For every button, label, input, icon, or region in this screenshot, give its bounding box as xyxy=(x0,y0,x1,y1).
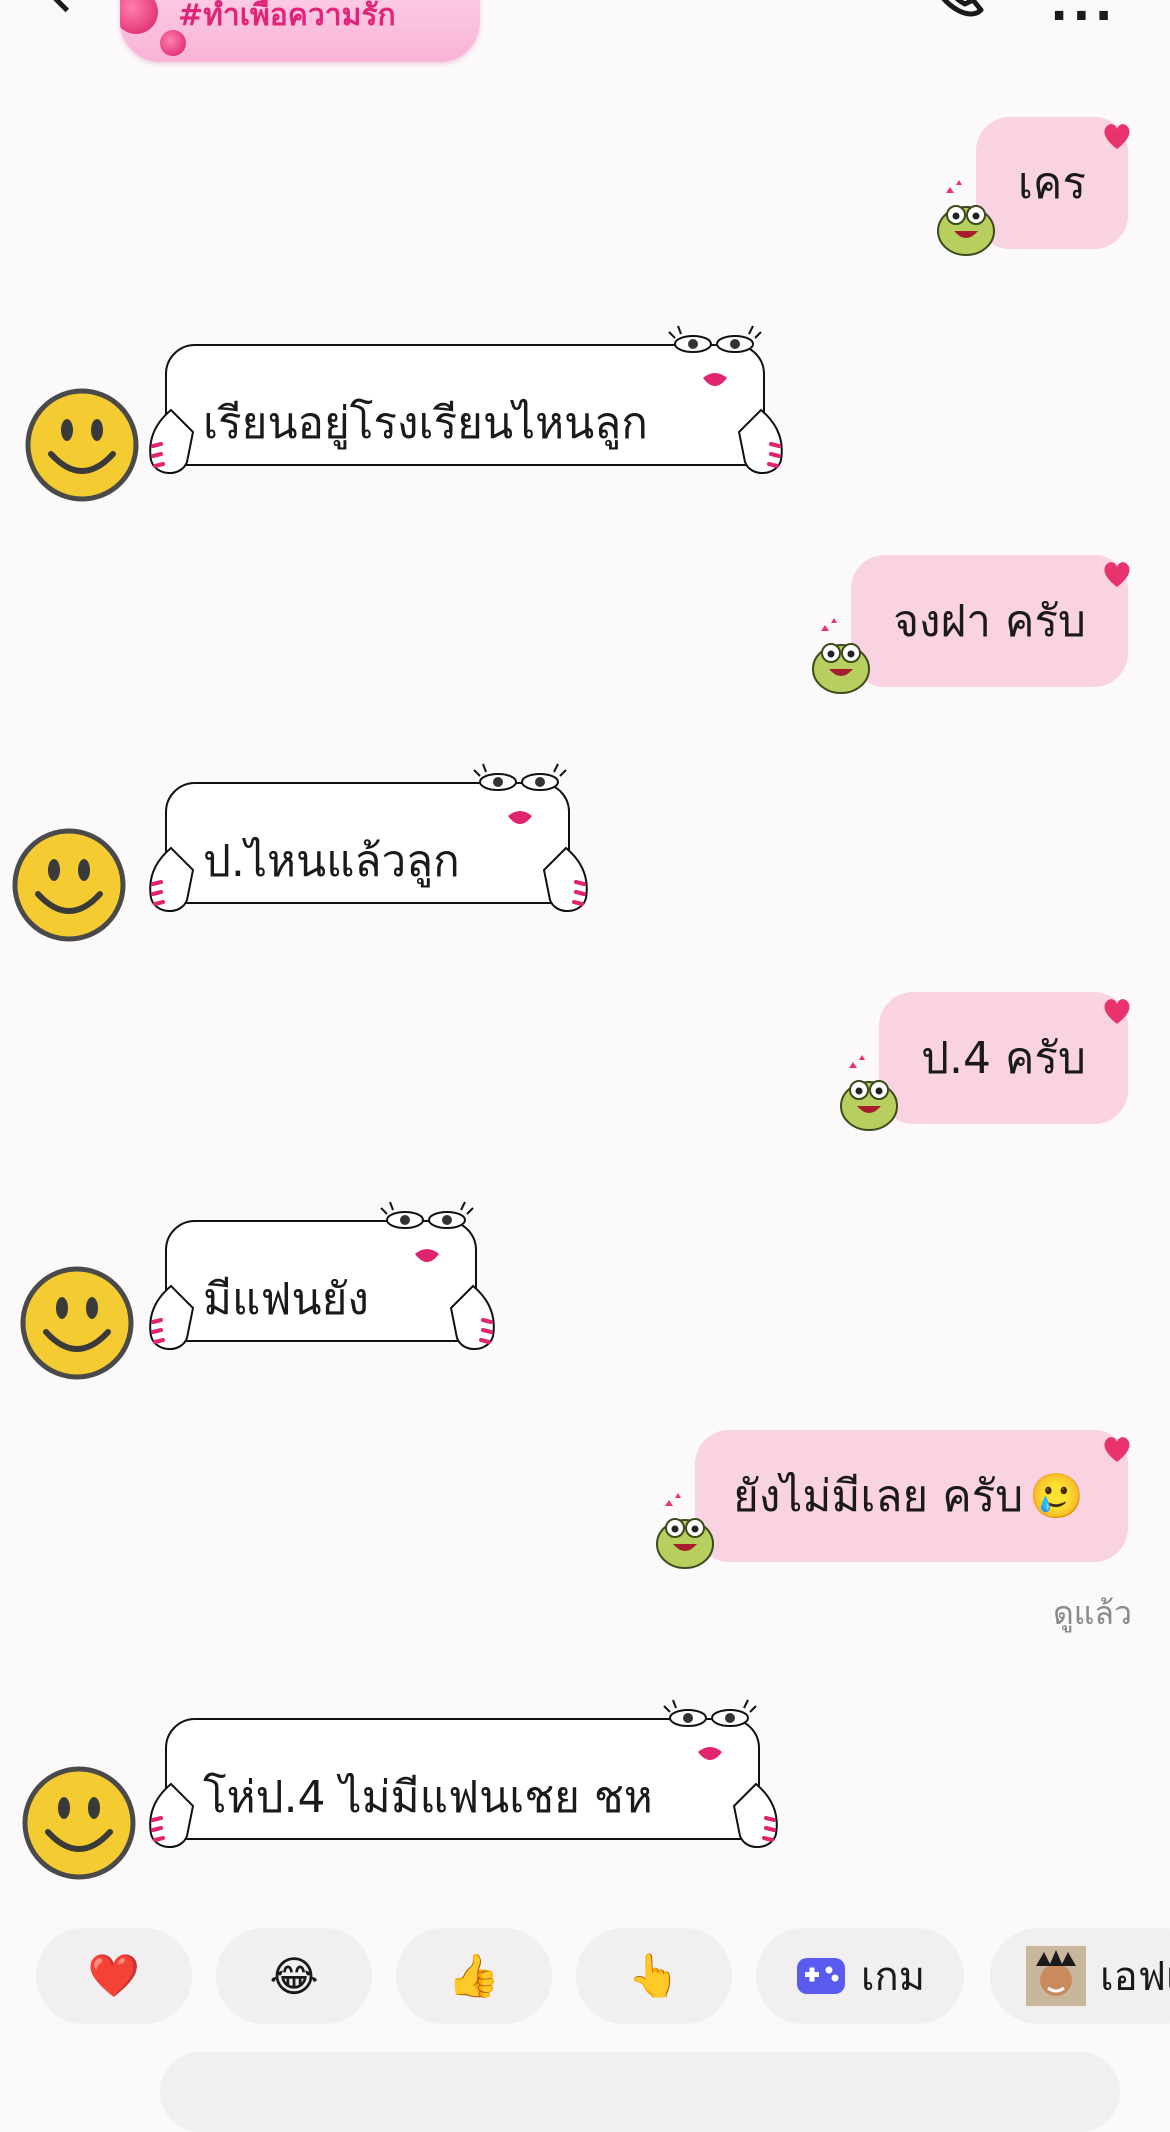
message-composer[interactable] xyxy=(160,2052,1120,2132)
heart-reaction-icon xyxy=(1104,1437,1130,1462)
message-bubble-outgoing[interactable]: เคร xyxy=(936,117,1130,256)
message-bubble-outgoing[interactable]: ป.4 ครับ xyxy=(840,992,1130,1131)
more-options-icon[interactable]: ··· xyxy=(1050,0,1117,40)
message-row-outgoing: ยังไม่มีเลย ครับ 🥲 xyxy=(656,1430,1130,1569)
message-bubble-incoming[interactable]: โห่ป.4 ไม่มีแฟนเชย ชห xyxy=(149,1699,778,1848)
smiley-avatar-icon[interactable] xyxy=(12,828,126,942)
message-text: ยังไม่มีเลย ครับ xyxy=(733,1471,1024,1522)
frog-sticker-icon xyxy=(812,618,871,694)
message-row-outgoing: จงฝา ครับ xyxy=(812,555,1130,694)
message-text: โห่ป.4 ไม่มีแฟนเชย ชห xyxy=(203,1772,653,1823)
avatar-icon xyxy=(1026,1946,1086,2006)
lips-eyes-sticker-icon xyxy=(380,1201,474,1262)
seen-status: ดูแล้ว xyxy=(1053,1594,1132,1632)
frog-sticker-icon xyxy=(936,180,995,256)
heart-reaction-icon xyxy=(1104,562,1130,587)
message-bubble-incoming[interactable]: มีแฟนยัง xyxy=(149,1201,495,1350)
lips-eyes-sticker-icon xyxy=(473,763,567,824)
frog-sticker-icon xyxy=(656,1493,715,1569)
back-chevron-icon[interactable] xyxy=(40,0,91,13)
tears-of-joy-icon: 😂 xyxy=(269,1951,319,2001)
gamepad-icon xyxy=(796,1958,845,1994)
chat-theme-badge[interactable]: #ทำเพื่อความรัก xyxy=(120,0,480,62)
sad-smile-emoji: 🥲 xyxy=(1029,1471,1084,1522)
quick-reply-point[interactable]: 👆 xyxy=(576,1928,732,2024)
lips-eyes-sticker-icon xyxy=(663,1699,757,1760)
hand-icon xyxy=(149,1782,195,1848)
message-text: ป.4 ครับ xyxy=(921,1033,1086,1084)
quick-reply-bar: ❤️ 😂 👍 👆 เกม เอฟเ xyxy=(0,1928,1170,2024)
rose-icon xyxy=(120,0,158,34)
heart-reaction-icon xyxy=(1104,124,1130,149)
message-text: เคร xyxy=(1017,158,1086,209)
hand-icon xyxy=(149,846,195,912)
hand-icon xyxy=(449,1284,495,1350)
message-bubble-outgoing[interactable]: ยังไม่มีเลย ครับ 🥲 xyxy=(656,1430,1130,1569)
message-bubble-outgoing[interactable]: จงฝา ครับ xyxy=(812,555,1130,694)
quick-reply-thumbs-up[interactable]: 👍 xyxy=(396,1928,552,2024)
heart-reaction-icon xyxy=(1104,999,1130,1024)
message-text: เรียนอยู่โรงเรียนไหนลูก xyxy=(203,398,648,449)
frog-sticker-icon xyxy=(840,1055,899,1131)
smiley-avatar-icon[interactable] xyxy=(25,388,139,502)
quick-reply-games-label: เกม xyxy=(860,1954,926,2000)
message-bubble-incoming[interactable]: เรียนอยู่โรงเรียนไหนลูก xyxy=(149,325,783,474)
lips-eyes-sticker-icon xyxy=(668,325,762,386)
message-text: จงฝา ครับ xyxy=(893,596,1086,647)
theme-label: #ทำเพื่อความรัก xyxy=(178,0,396,33)
quick-reply-avatar-effect[interactable]: เอฟเ xyxy=(990,1928,1170,2024)
phone-icon[interactable] xyxy=(925,0,985,20)
hand-icon xyxy=(732,1782,778,1848)
quick-reply-avatar-label: เอฟเ xyxy=(1100,1954,1170,2000)
message-text: มีแฟนยัง xyxy=(203,1274,369,1325)
thumbs-up-icon: 👍 xyxy=(447,1951,501,2000)
quick-reply-heart[interactable]: ❤️ xyxy=(36,1928,192,2024)
smiley-avatar-icon[interactable] xyxy=(20,1266,134,1380)
message-bubble-incoming[interactable]: ป.ไหนแล้วลูก xyxy=(149,763,588,912)
quick-reply-games[interactable]: เกม xyxy=(756,1928,964,2024)
hand-icon xyxy=(149,1284,195,1350)
message-row-outgoing: เคร xyxy=(936,117,1130,256)
message-text: ป.ไหนแล้วลูก xyxy=(203,836,460,887)
quick-reply-laugh[interactable]: 😂 xyxy=(216,1928,372,2024)
hand-icon xyxy=(149,408,195,474)
smiley-avatar-icon[interactable] xyxy=(22,1766,136,1880)
pointing-hand-icon: 👆 xyxy=(627,1951,681,2000)
hand-icon xyxy=(542,846,588,912)
heart-icon: ❤️ xyxy=(87,1951,141,2000)
message-row-outgoing: ป.4 ครับ xyxy=(840,992,1130,1131)
hand-icon xyxy=(737,408,783,474)
